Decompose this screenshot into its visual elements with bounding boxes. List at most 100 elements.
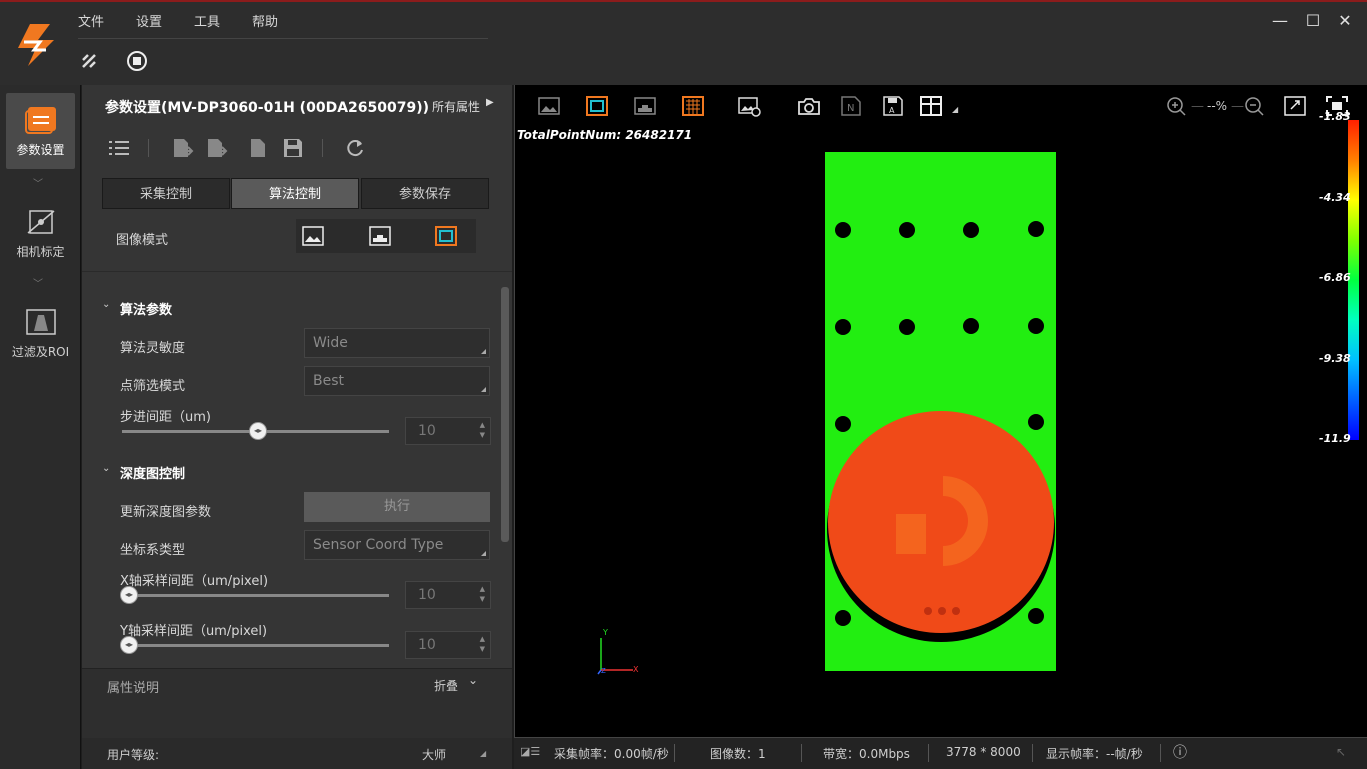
x-sample-slider[interactable] [122,594,389,597]
axis-y-label: Y [603,628,608,637]
grid-layout-icon[interactable] [919,95,943,117]
point-filter-select[interactable]: Best [304,366,490,396]
record-n-icon[interactable]: N [839,95,863,117]
dropdown-icon[interactable]: ◢ [480,749,486,758]
color-scale-label: -4.34 [1319,191,1351,204]
menu-file[interactable]: 文件 [78,11,104,30]
coord-type-select[interactable]: Sensor Coord Type [304,530,490,560]
dropdown-icon[interactable]: ◢ [952,105,958,114]
save-image-icon[interactable]: A [881,95,905,117]
step-value: 10 [418,423,436,439]
step-slider-handle[interactable]: ◂▸ [249,422,267,440]
sidebar-item-label: 参数设置 [16,143,65,157]
image-mode-depth-icon[interactable] [435,226,457,246]
spin-up-icon[interactable]: ▲ [480,635,485,643]
hole [835,416,851,432]
chevron-down-icon[interactable]: ⌄ [102,299,110,310]
y-sample-slider-handle[interactable]: ◂▸ [120,636,138,654]
info-icon[interactable]: ⓘ [1173,742,1187,762]
tab-param-save[interactable]: 参数保存 [361,178,489,209]
sidebar-item-filter-roi[interactable]: 过滤及ROI [6,295,75,371]
user-level-select[interactable]: 大师 [422,746,446,763]
refresh-icon[interactable] [344,137,366,159]
prop-desc-title: 属性说明 [107,681,160,696]
stop-icon[interactable] [126,50,148,72]
point-cloud-view-icon[interactable] [681,95,705,117]
hole [1028,318,1044,334]
section-divider [82,271,512,272]
menu-help[interactable]: 帮助 [252,11,278,30]
save-icon[interactable] [282,137,304,159]
step-spinbox[interactable]: 10 ▲ ▼ [405,417,491,445]
bandwidth: 带宽：0.0Mbps [823,747,910,761]
y-sample-spinbox[interactable]: 10 ▲ ▼ [405,631,491,659]
y-sample-label: Y轴采样间距（um/pixel) [120,624,268,639]
x-sample-spinbox[interactable]: 10 ▲ ▼ [405,581,491,609]
fit-window-icon[interactable] [1283,95,1307,117]
zoom-out-icon[interactable] [1243,95,1267,117]
axis-z-label: Z [601,667,606,675]
disc [828,411,1054,633]
status-toggle-icon[interactable]: ◪☰ [520,745,540,758]
spin-up-icon[interactable]: ▲ [480,421,485,429]
y-sample-value: 10 [418,637,436,653]
chevron-down-icon[interactable]: ⌄ [468,673,478,687]
chevron-down-icon: ﹀ [33,279,43,290]
file-icon[interactable] [247,137,269,159]
sidebar-item-params[interactable]: 参数设置 [6,93,75,169]
status-separator [801,744,802,762]
fold-button[interactable]: 折叠 [434,677,458,694]
tab-acquisition[interactable]: 采集控制 [102,178,230,209]
camera-capture-icon[interactable] [797,95,821,117]
caret-right-icon[interactable]: ▶ [486,97,494,108]
display-fps: 显示帧率：--帧/秒 [1046,747,1143,761]
maximize-icon[interactable]: ☐ [1304,12,1322,30]
acquisition-fps: 采集帧率：0.00帧/秒 [554,747,669,761]
spin-down-icon[interactable]: ▼ [480,595,485,603]
color-scale-label: -6.86 [1319,271,1351,284]
color-scale-label: -9.38 [1319,352,1351,365]
scrollbar-thumb[interactable] [501,287,509,542]
image-settings-icon[interactable] [737,95,761,117]
menu-settings[interactable]: 设置 [136,11,162,30]
dot [938,607,946,615]
sidebar-item-calibration[interactable]: 相机标定 [6,195,75,271]
import-icon[interactable] [172,137,194,159]
algo-sensitivity-label: 算法灵敏度 [120,341,186,356]
coord-type-label: 坐标系类型 [120,543,186,558]
zoom-line: — [1191,99,1204,114]
depth-section-title[interactable]: 深度图控制 [120,463,185,482]
algo-sensitivity-select[interactable]: Wide [304,328,490,358]
all-properties-link[interactable]: 所有属性 [432,98,480,115]
connect-icon[interactable] [80,52,98,70]
algo-section-title[interactable]: 算法参数 [120,299,172,318]
toolbar-divider [322,139,323,157]
status-bar: ◪☰ 采集帧率：0.00帧/秒 图像数：1 带宽：0.0Mbps 3778 * … [514,737,1367,769]
hole [835,222,851,238]
image-view-icon[interactable] [537,95,561,117]
export-icon[interactable] [206,137,228,159]
svg-text:N: N [847,103,854,114]
y-sample-slider[interactable] [122,644,389,647]
menu-tools[interactable]: 工具 [194,11,220,30]
execute-button[interactable]: 执行 [304,492,490,522]
x-sample-slider-handle[interactable]: ◂▸ [120,586,138,604]
left-sidebar: 参数设置 ﹀ 相机标定 ﹀ 过滤及ROI [0,85,81,769]
minimize-icon[interactable]: — [1271,12,1289,30]
spin-up-icon[interactable]: ▲ [480,585,485,593]
depth-view-icon[interactable] [585,95,609,117]
image-mode-image-icon[interactable] [302,226,324,246]
chevron-down-icon[interactable]: ⌄ [102,463,110,474]
resize-corner-icon[interactable]: ↖ [1336,745,1346,759]
dot [924,607,932,615]
zoom-in-icon[interactable] [1165,95,1189,117]
close-icon[interactable]: ✕ [1336,12,1354,30]
image-mode-profile-icon[interactable] [369,226,391,246]
spin-down-icon[interactable]: ▼ [480,645,485,653]
tab-algorithm[interactable]: 算法控制 [231,178,359,209]
panel-title: 参数设置(MV-DP3060-01H (00DA2650079)) [105,100,430,116]
point-cloud-viewer[interactable]: N A ◢ — --% — TotalPointNum: 26482171 Y … [514,85,1367,769]
list-icon[interactable] [108,137,130,159]
profile-view-icon[interactable] [633,95,657,117]
spin-down-icon[interactable]: ▼ [480,431,485,439]
